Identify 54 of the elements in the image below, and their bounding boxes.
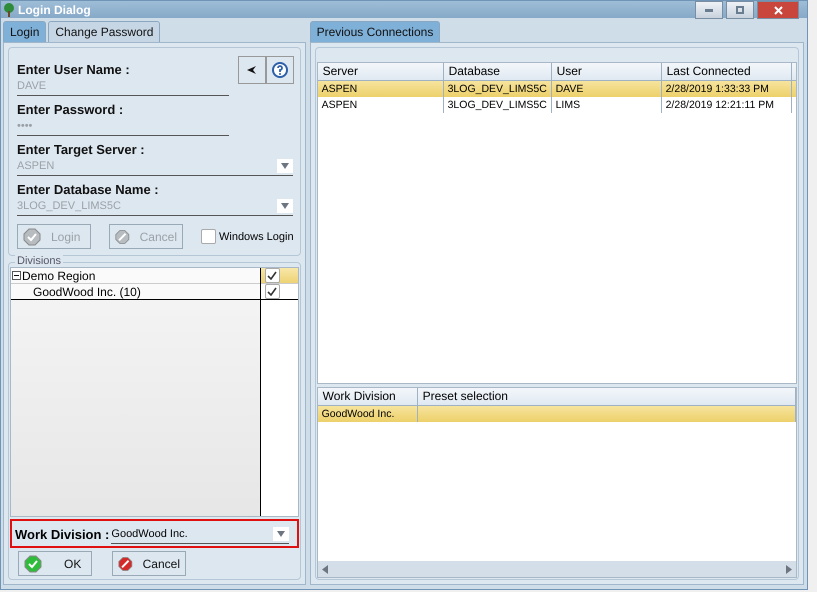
table-cell: 2/28/2019 12:21:11 PM (662, 97, 792, 113)
dropdown-arrow-icon[interactable] (280, 202, 290, 210)
tree-icon (3, 2, 15, 16)
close-icon (774, 6, 782, 14)
help-button[interactable] (266, 56, 294, 84)
field-label: Enter Password : (17, 102, 124, 117)
check-icon (267, 271, 278, 280)
cancel-button[interactable]: Cancel (112, 551, 186, 576)
column-header[interactable]: Server (318, 63, 444, 80)
tab[interactable]: Change Password (48, 21, 160, 42)
ok-icon (24, 554, 42, 572)
checkbox[interactable] (264, 284, 280, 299)
table-cell: 3LOG_DEV_LIMS5C (444, 97, 552, 113)
cancel-icon (118, 554, 133, 572)
column-header[interactable]: Preset selection (418, 388, 796, 406)
table-cell: LIMS (552, 97, 662, 113)
column-header[interactable]: Work Division (318, 388, 418, 406)
ok-button[interactable]: OK (18, 551, 92, 576)
tab[interactable]: Previous Connections (310, 21, 440, 42)
table-row[interactable]: GoodWood Inc. (318, 406, 796, 422)
table-cell: GoodWood Inc. (318, 406, 418, 422)
column-header[interactable]: Last Connected (662, 63, 792, 80)
checkbox[interactable] (264, 268, 280, 283)
checkbox-label: Windows Login (219, 230, 294, 242)
ok-icon (23, 228, 41, 246)
window-title: Login Dialog (18, 2, 92, 16)
maximize-icon (736, 6, 744, 14)
collapse-icon[interactable] (12, 271, 21, 280)
back-button[interactable] (238, 56, 266, 84)
dropdown-field[interactable]: GoodWood Inc. (111, 525, 289, 544)
minimize-button[interactable] (695, 1, 723, 19)
cancel-icon (115, 228, 130, 246)
column-header[interactable]: Database (444, 63, 552, 80)
minimize-icon (705, 8, 713, 12)
column-header[interactable]: User (552, 63, 662, 80)
table-cell: ASPEN (318, 97, 444, 113)
maximize-button[interactable] (726, 1, 754, 19)
dropdown-arrow-icon[interactable] (280, 162, 290, 170)
table-row[interactable]: ASPEN 3LOG_DEV_LIMS5C DAVE 2/28/2019 1:33:33 PM (318, 81, 796, 97)
help-icon (270, 61, 289, 79)
checkbox[interactable] (201, 229, 216, 244)
back-icon (246, 66, 257, 74)
field-label: Enter Target Server : (17, 142, 145, 157)
field-label: Enter User Name : (17, 62, 130, 77)
group-title: Divisions (15, 255, 64, 267)
field-label: Work Division : (15, 527, 110, 542)
scroll-left-icon[interactable] (322, 564, 328, 574)
field-label: Enter Database Name : (17, 182, 159, 197)
check-icon (267, 287, 278, 296)
close-button[interactable] (757, 1, 799, 19)
tab[interactable]: Login (3, 21, 46, 42)
horizontal-scrollbar[interactable] (318, 561, 796, 577)
scroll-right-icon[interactable] (786, 564, 792, 574)
dropdown-arrow-icon[interactable] (276, 530, 286, 538)
